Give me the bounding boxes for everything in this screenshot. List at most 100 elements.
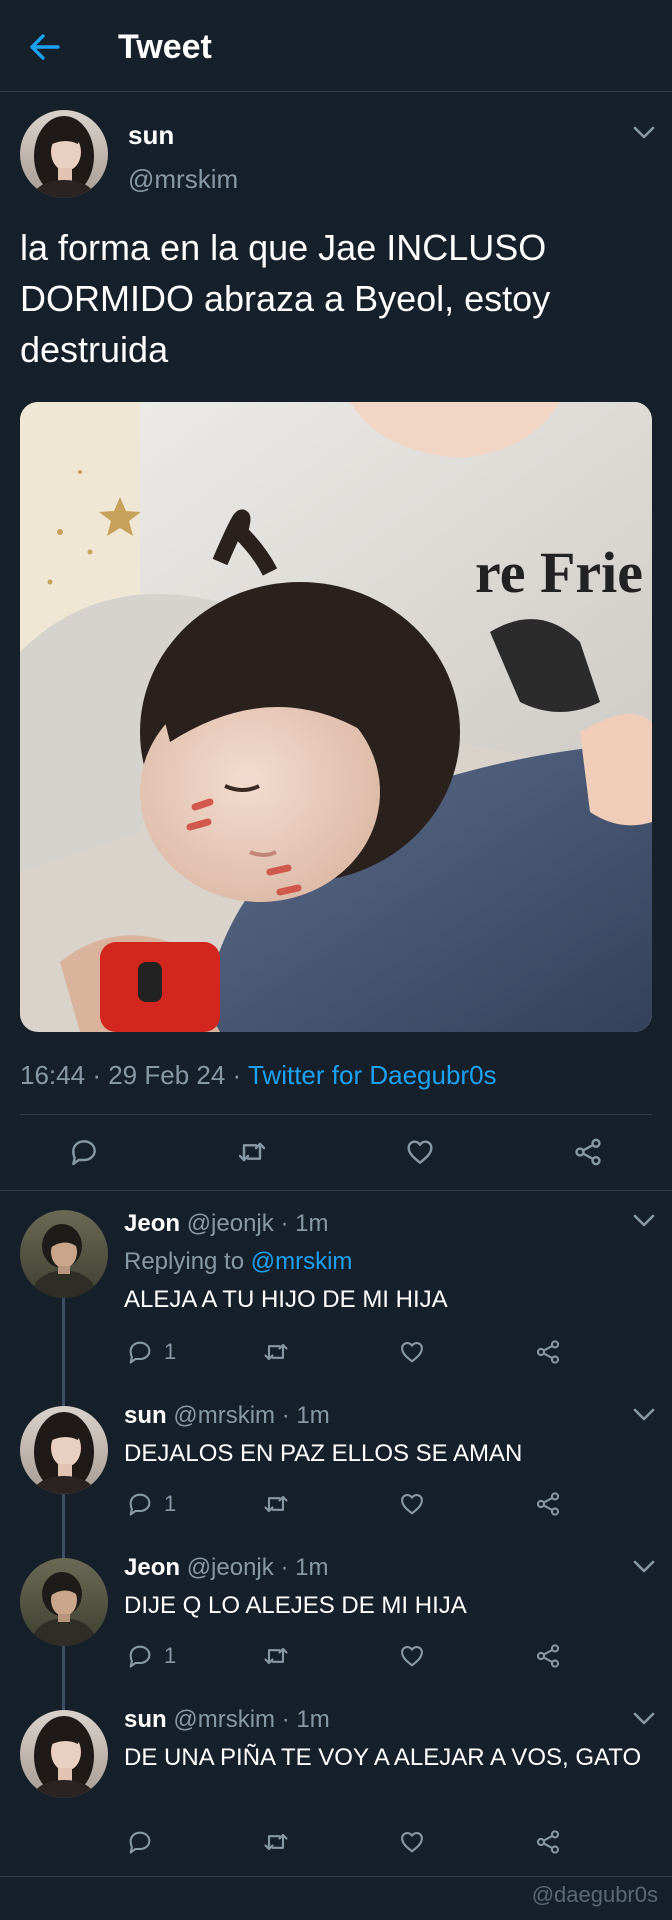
share-button[interactable] xyxy=(534,1490,562,1518)
retweet-icon xyxy=(262,1828,290,1856)
heart-icon xyxy=(398,1338,426,1366)
share-button[interactable] xyxy=(534,1828,562,1856)
reply-text: DE UNA PIÑA TE VOY A ALEJAR A VOS, GATO xyxy=(124,1744,642,1771)
tweet-client-link[interactable]: Twitter for Daegubr0s xyxy=(248,1060,497,1090)
meta-separator: · xyxy=(281,1402,290,1429)
meta-separator: · xyxy=(232,1060,242,1090)
retweet-button[interactable] xyxy=(262,1642,290,1670)
reply-button[interactable]: 1 xyxy=(126,1642,176,1670)
arrow-left-icon[interactable] xyxy=(28,30,62,64)
top-bar: Tweet xyxy=(0,0,672,92)
chevron-down-icon[interactable] xyxy=(633,1408,655,1422)
reply-button[interactable]: 1 xyxy=(126,1338,176,1366)
like-button[interactable] xyxy=(398,1338,426,1366)
chevron-down-icon[interactable] xyxy=(633,1560,655,1574)
divider xyxy=(0,1876,672,1877)
reply-icon xyxy=(126,1490,154,1518)
reply-time: 1m xyxy=(296,1706,330,1733)
reply-button[interactable] xyxy=(126,1828,154,1856)
avatar[interactable] xyxy=(20,110,108,198)
thread-line xyxy=(62,1494,65,1558)
reply-text: ALEJA A TU HIJO DE MI HIJA xyxy=(124,1286,448,1313)
like-button[interactable] xyxy=(398,1642,426,1670)
meta-separator: · xyxy=(92,1060,101,1090)
reply-header: Jeon @jeonjk · 1m xyxy=(124,1554,328,1582)
replying-to-link[interactable]: @mrskim xyxy=(251,1248,353,1275)
thread-line xyxy=(62,1296,65,1408)
reply-icon xyxy=(126,1828,154,1856)
chevron-down-icon[interactable] xyxy=(633,1214,655,1228)
share-icon xyxy=(534,1490,562,1518)
author-name[interactable]: Jeon xyxy=(124,1554,180,1581)
share-button[interactable] xyxy=(534,1338,562,1366)
reply-icon xyxy=(126,1338,154,1366)
retweet-button[interactable] xyxy=(262,1490,290,1518)
tweet-photo[interactable]: re Frie xyxy=(20,402,652,1032)
retweet-button[interactable] xyxy=(262,1828,290,1856)
share-icon xyxy=(534,1828,562,1856)
reply-text: DEJALOS EN PAZ ELLOS SE AMAN xyxy=(124,1440,523,1467)
svg-text:re Frie: re Frie xyxy=(475,540,643,605)
chevron-down-icon[interactable] xyxy=(633,1712,655,1726)
share-icon xyxy=(534,1338,562,1366)
tweet-meta: 16:44 · 29 Feb 24 · Twitter for Daegubr0… xyxy=(20,1060,497,1091)
page-title: Tweet xyxy=(118,28,212,66)
thread-line xyxy=(62,1646,65,1710)
heart-icon xyxy=(398,1828,426,1856)
reply-count: 1 xyxy=(164,1643,177,1668)
tweet-date: 29 Feb 24 xyxy=(108,1060,226,1090)
avatar[interactable] xyxy=(20,1210,108,1298)
author-handle[interactable]: @mrskim xyxy=(173,1402,275,1429)
author-name[interactable]: sun xyxy=(124,1706,167,1733)
share-button[interactable] xyxy=(572,1136,604,1168)
like-button[interactable] xyxy=(404,1136,436,1168)
meta-separator: · xyxy=(280,1554,289,1581)
divider xyxy=(20,1114,652,1115)
reply-count: 1 xyxy=(164,1491,177,1516)
avatar[interactable] xyxy=(20,1406,108,1494)
reply-text: DIJE Q LO ALEJES DE MI HIJA xyxy=(124,1592,467,1619)
retweet-icon xyxy=(262,1338,290,1366)
tweet-time: 16:44 xyxy=(20,1060,86,1090)
reply-header: Jeon @jeonjk · 1m xyxy=(124,1210,328,1238)
heart-icon xyxy=(404,1136,436,1168)
reply-button[interactable] xyxy=(68,1136,100,1168)
author-handle[interactable]: @jeonjk xyxy=(187,1210,274,1237)
author-name[interactable]: sun xyxy=(128,120,174,151)
reply-icon xyxy=(126,1642,154,1670)
meta-separator: · xyxy=(281,1706,290,1733)
replying-to-label: Replying to xyxy=(124,1248,245,1275)
share-button[interactable] xyxy=(534,1642,562,1670)
tweet-text: la forma en la que Jae INCLUSO DORMIDO a… xyxy=(20,227,551,370)
reply-header: sun @mrskim · 1m xyxy=(124,1402,330,1430)
reply-time: 1m xyxy=(295,1210,329,1237)
author-handle[interactable]: @mrskim xyxy=(173,1706,275,1733)
retweet-button[interactable] xyxy=(236,1136,268,1168)
retweet-button[interactable] xyxy=(262,1338,290,1366)
author-name[interactable]: Jeon xyxy=(124,1210,180,1237)
share-icon xyxy=(534,1642,562,1670)
author-handle[interactable]: @mrskim xyxy=(128,164,238,195)
reply-header: sun @mrskim · 1m xyxy=(124,1706,330,1734)
reply-icon xyxy=(68,1136,100,1168)
heart-icon xyxy=(398,1490,426,1518)
chevron-down-icon[interactable] xyxy=(633,126,655,140)
reply-count: 1 xyxy=(164,1339,177,1364)
avatar[interactable] xyxy=(20,1710,108,1798)
like-button[interactable] xyxy=(398,1828,426,1856)
share-icon xyxy=(572,1136,604,1168)
reply-button[interactable]: 1 xyxy=(126,1490,176,1518)
replying-to: Replying to @mrskim xyxy=(124,1248,352,1276)
divider xyxy=(0,1190,672,1191)
watermark: @daegubr0s xyxy=(531,1882,658,1907)
retweet-icon xyxy=(262,1642,290,1670)
reply-time: 1m xyxy=(295,1554,329,1581)
author-handle[interactable]: @jeonjk xyxy=(187,1554,274,1581)
reply-time: 1m xyxy=(296,1402,330,1429)
like-button[interactable] xyxy=(398,1490,426,1518)
heart-icon xyxy=(398,1642,426,1670)
retweet-icon xyxy=(262,1490,290,1518)
meta-separator: · xyxy=(280,1210,289,1237)
author-name[interactable]: sun xyxy=(124,1402,167,1429)
avatar[interactable] xyxy=(20,1558,108,1646)
